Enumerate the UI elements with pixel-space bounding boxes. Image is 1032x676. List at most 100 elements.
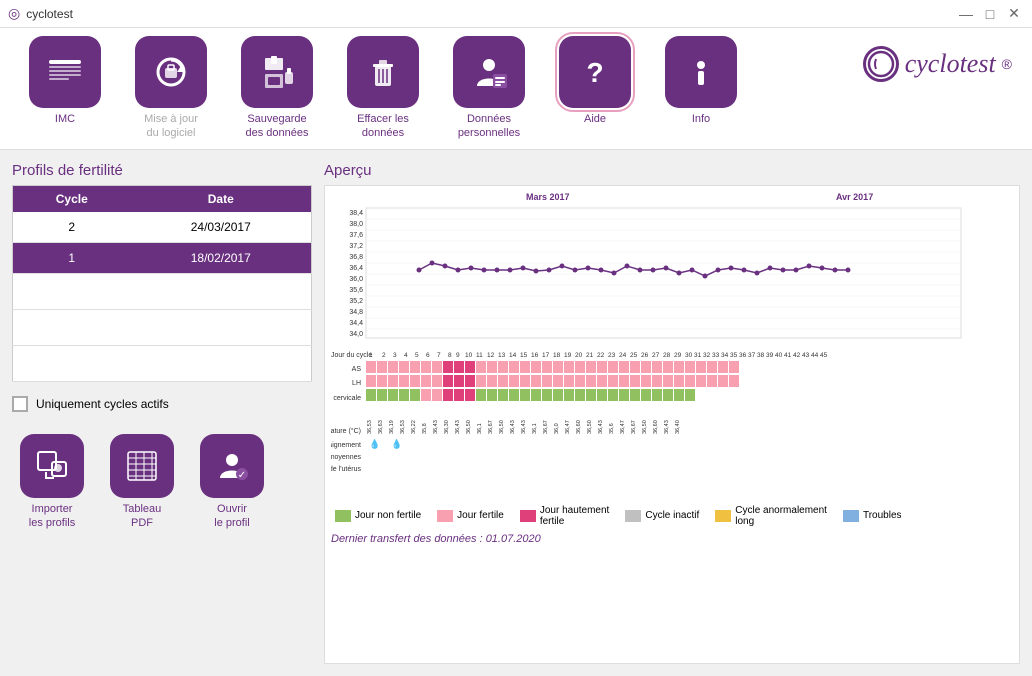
pre-space [406,192,526,202]
titlebar: ◎ cyclotest — □ ✕ [0,0,1032,28]
sauvegarde-icon [241,36,313,108]
ouvrir-profil-label: Ouvrirle profil [214,502,249,531]
left-panel: Profils de fertilité Cycle Date 2 24/03/… [12,162,312,664]
svg-text:LH: LH [352,380,361,387]
logo-symbol [863,46,899,82]
svg-text:5: 5 [415,352,419,359]
cycle-value [13,345,131,381]
info-label: Info [692,112,710,126]
table-row[interactable] [13,273,312,309]
toolbar-item-aide[interactable]: ? Aide [550,36,640,126]
table-row[interactable]: 1 18/02/2017 [13,242,312,273]
chart-container: Mars 2017 Avr 2017 38,4 38,0 37,6 37,2 3… [324,185,1020,664]
svg-text:10: 10 [465,352,473,359]
svg-text:38: 38 [757,352,765,359]
svg-text:36,40: 36,40 [675,420,681,434]
svg-text:28: 28 [663,352,671,359]
aide-icon: ? [559,36,631,108]
maximize-button[interactable]: □ [980,4,1000,24]
minimize-button[interactable]: — [956,4,976,24]
bottom-buttons: Importerles profils TableauPDF [12,426,312,531]
svg-text:36,1: 36,1 [477,423,483,434]
svg-text:36,4: 36,4 [349,265,363,272]
svg-text:36,50: 36,50 [466,420,472,434]
donnees-label: Donnéespersonnelles [458,112,520,141]
svg-text:Col de l'utérus: Col de l'utérus [331,466,361,473]
main-chart-svg: 38,4 38,0 37,6 37,2 36,8 36,4 36,0 35,6 … [331,203,971,503]
svg-text:33: 33 [712,352,720,359]
legend-inactif-label: Cycle inactif [645,510,699,521]
legend-fertile-color [437,510,453,522]
svg-text:36,60: 36,60 [576,420,582,434]
col-date: Date [131,185,312,212]
svg-text:11: 11 [476,352,483,359]
table-row[interactable] [13,345,312,381]
legend-anormal-color [715,510,731,522]
svg-text:45: 45 [820,352,828,359]
svg-text:36,60: 36,60 [653,420,659,434]
cycle-value [13,309,131,345]
svg-text:7: 7 [437,352,441,359]
svg-text:36,43: 36,43 [664,420,670,434]
date-value [131,273,312,309]
table-row[interactable] [13,309,312,345]
tableau-pdf-button[interactable]: TableauPDF [102,434,182,531]
svg-text:6: 6 [426,352,430,359]
svg-text:42: 42 [793,352,801,359]
legend-inactif-color [625,510,641,522]
toolbar-item-imc[interactable]: IMC [20,36,110,126]
mise-a-jour-label: Mise à jourdu logiciel [144,112,198,141]
svg-text:35: 35 [730,352,738,359]
svg-text:36,63: 36,63 [378,420,384,434]
svg-text:16: 16 [531,352,539,359]
svg-text:4: 4 [404,352,408,359]
legend-anormal-label: Cycle anormalementlong [735,505,827,527]
svg-text:36,67: 36,67 [631,420,637,434]
table-row[interactable]: 2 24/03/2017 [13,212,312,243]
tableau-pdf-icon [110,434,174,498]
svg-text:36,53: 36,53 [400,420,406,434]
legend-inactif: Cycle inactif [625,510,699,522]
svg-text:35,8: 35,8 [422,423,428,434]
ouvrir-profil-button[interactable]: ✓ Ouvrirle profil [192,434,272,531]
toolbar-item-info[interactable]: Info [656,36,746,126]
legend-anormal: Cycle anormalementlong [715,505,827,527]
svg-text:26: 26 [641,352,649,359]
svg-text:12: 12 [487,352,495,359]
svg-text:27: 27 [652,352,660,359]
svg-text:✓: ✓ [238,470,246,481]
toolbar: IMC Mise à jourdu logiciel Sauv [0,28,1032,150]
legend-hautement-fertile-color [520,510,536,522]
active-cycles-checkbox[interactable] [12,396,28,412]
right-panel: Aperçu Mars 2017 Avr 2017 38,4 38,0 37,6… [324,162,1020,664]
svg-text:38,0: 38,0 [349,221,363,228]
svg-text:36,8: 36,8 [349,254,363,261]
toolbar-item-sauvegarde[interactable]: Sauvegardedes données [232,36,322,141]
toolbar-item-mise-a-jour[interactable]: Mise à jourdu logiciel [126,36,216,141]
month-labels: Mars 2017 Avr 2017 [406,192,1013,202]
toolbar-item-effacer[interactable]: Effacer lesdonnées [338,36,428,141]
svg-text:18: 18 [553,352,561,359]
date-value [131,345,312,381]
month-mars: Mars 2017 [526,192,696,202]
svg-text:36,43: 36,43 [510,420,516,434]
svg-text:22: 22 [597,352,605,359]
svg-text:29: 29 [674,352,682,359]
active-cycles-label: Uniquement cycles actifs [36,397,169,411]
svg-text:37,2: 37,2 [349,243,363,250]
aide-label: Aide [584,112,606,126]
legend-hautement-fertile-label: Jour hautementfertile [540,505,610,527]
svg-text:34: 34 [721,352,729,359]
legend-troubles: Troubles [843,510,902,522]
importer-button[interactable]: Importerles profils [12,434,92,531]
legend-fertile-label: Jour fertile [457,510,504,521]
svg-text:💧: 💧 [391,438,402,449]
svg-text:13: 13 [498,352,506,359]
active-cycles-filter[interactable]: Uniquement cycles actifs [12,392,312,416]
profiles-title: Profils de fertilité [12,162,312,179]
month-avr: Avr 2017 [836,192,873,202]
info-icon [665,36,737,108]
close-button[interactable]: ✕ [1004,4,1024,24]
toolbar-item-donnees[interactable]: Donnéespersonnelles [444,36,534,141]
svg-text:Température (°C): Température (°C) [331,427,361,435]
